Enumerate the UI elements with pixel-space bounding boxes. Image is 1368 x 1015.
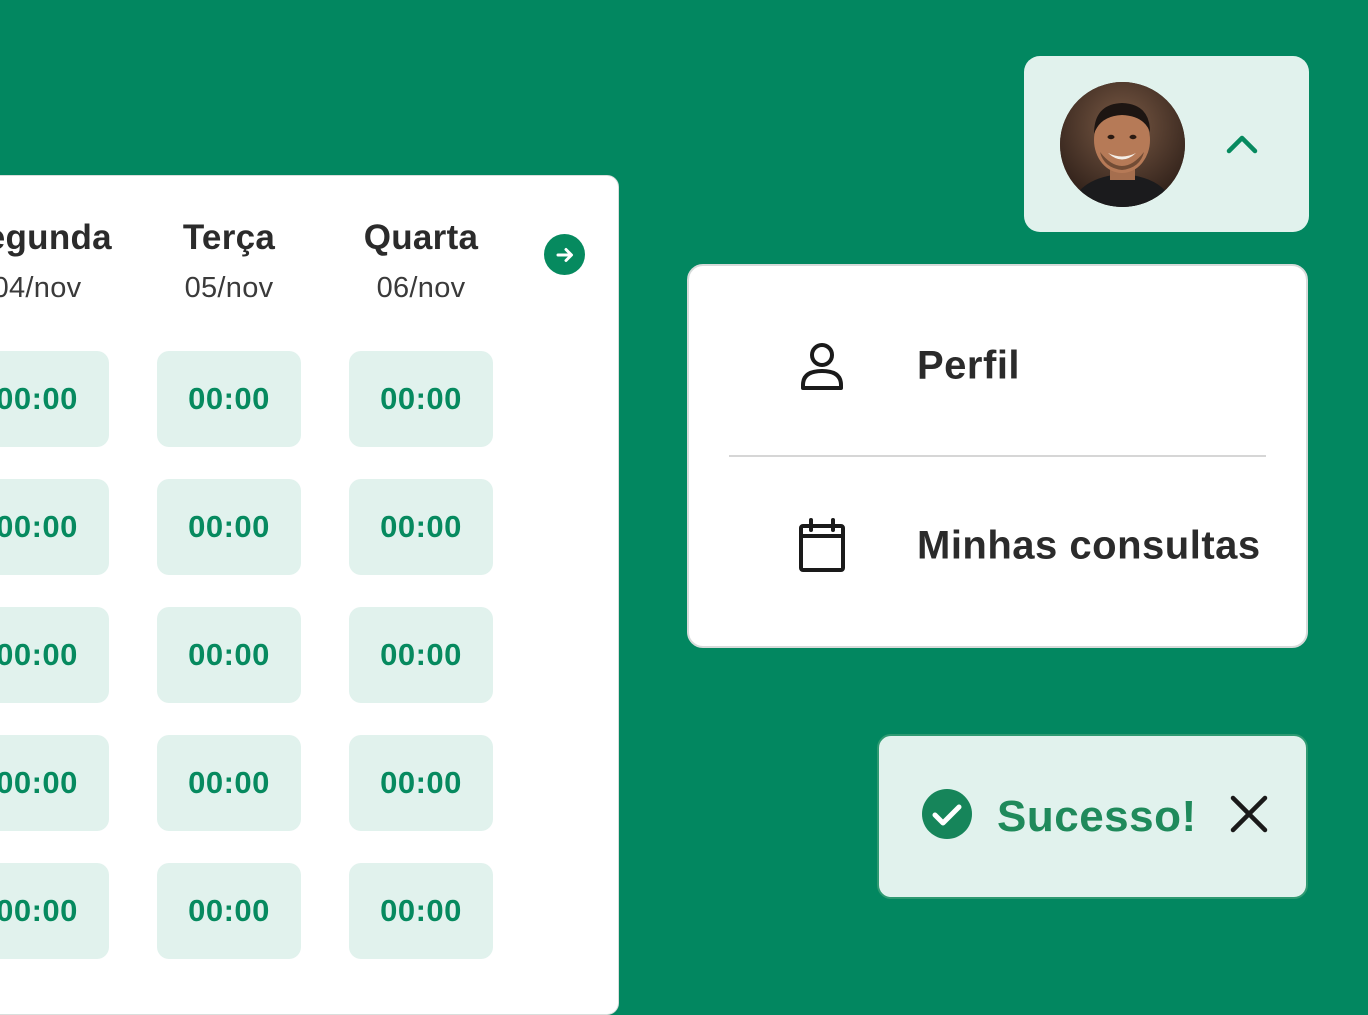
schedule-card: Segunda 04/nov 00:00 00:00 00:00 00:00 0… [0,175,619,1015]
time-slot-button[interactable]: 00:00 [349,735,493,831]
time-slot-button[interactable]: 00:00 [157,735,301,831]
time-slot-button[interactable]: 00:00 [0,479,109,575]
close-icon[interactable] [1229,794,1269,834]
user-icon [801,343,843,390]
time-slot-button[interactable]: 00:00 [349,351,493,447]
day-date: 05/nov [184,272,274,304]
time-slot-button[interactable]: 00:00 [0,735,109,831]
next-days-button[interactable] [544,234,585,275]
time-slot-button[interactable]: 00:00 [0,607,109,703]
time-slot-button[interactable]: 00:00 [157,479,301,575]
user-menu-button[interactable] [1024,56,1309,232]
time-slot-button[interactable]: 00:00 [157,351,301,447]
day-name: Quarta [363,218,479,257]
menu-divider [729,455,1266,457]
chevron-up-icon [1226,135,1258,154]
menu-item-label: Minhas consultas [917,523,1261,568]
time-slot-button[interactable]: 00:00 [349,479,493,575]
success-toast: Sucesso! [877,734,1308,899]
menu-item-minhas-consultas[interactable]: Minhas consultas [689,471,1306,621]
user-dropdown-menu: Perfil Minhas consultas [687,264,1308,648]
time-slot-button[interactable]: 00:00 [0,351,109,447]
menu-item-label: Perfil [917,343,1021,388]
check-circle-icon [922,789,972,839]
time-slot-button[interactable]: 00:00 [157,607,301,703]
calendar-icon [799,518,845,572]
time-slot-button[interactable]: 00:00 [349,863,493,959]
avatar [1060,82,1185,207]
time-slot-button[interactable]: 00:00 [349,607,493,703]
arrow-right-icon [556,247,573,262]
toast-message: Sucesso! [997,791,1197,841]
time-slot-button[interactable]: 00:00 [157,863,301,959]
menu-item-perfil[interactable]: Perfil [689,291,1306,441]
day-date: 06/nov [376,272,466,304]
time-slot-button[interactable]: 00:00 [0,863,109,959]
day-name: Terça [182,218,276,257]
